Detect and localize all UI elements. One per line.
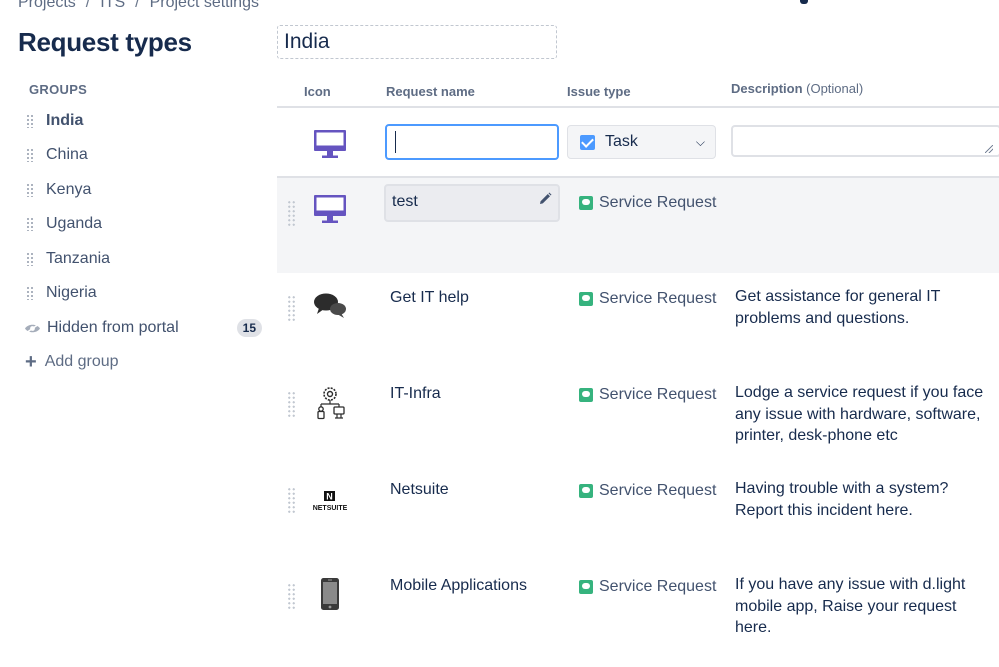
table-row[interactable]: N NETSUITE Netsuite Service Request Havi… xyxy=(277,465,999,561)
drag-handle-icon[interactable] xyxy=(287,583,296,609)
service-request-icon xyxy=(579,292,593,306)
drag-handle-icon[interactable] xyxy=(26,217,34,231)
request-description: Lodge a service request if you face any … xyxy=(735,384,984,444)
it-infra-icon xyxy=(317,387,345,420)
issue-type-label: Service Request xyxy=(599,386,717,403)
service-request-icon xyxy=(579,580,593,594)
table-row[interactable]: Get IT help Service Request Get assistan… xyxy=(277,273,999,369)
service-request-icon xyxy=(579,196,593,210)
request-name[interactable]: Netsuite xyxy=(390,481,449,499)
drag-handle-icon[interactable] xyxy=(26,114,34,128)
group-label: Nigeria xyxy=(46,284,97,301)
request-description: Get assistance for general IT problems a… xyxy=(735,288,941,327)
drag-handle-icon[interactable] xyxy=(26,252,34,266)
group-item-uganda[interactable]: Uganda xyxy=(26,212,102,236)
group-item-tanzania[interactable]: Tanzania xyxy=(26,247,110,271)
request-icon[interactable] xyxy=(311,384,349,422)
group-label: China xyxy=(46,146,88,163)
monitor-icon xyxy=(314,195,346,223)
description-textarea[interactable] xyxy=(731,125,999,157)
hidden-from-portal[interactable]: Hidden from portal 15 xyxy=(24,316,262,340)
request-name[interactable]: Mobile Applications xyxy=(390,577,527,595)
request-description: Having trouble with a system? Report thi… xyxy=(735,480,949,519)
request-description: If you have any issue with d.light mobil… xyxy=(735,576,966,636)
drag-handle-icon[interactable] xyxy=(26,148,34,162)
breadcrumb: Projects / ITS / Project settings xyxy=(18,0,259,12)
chevron-down-icon: ⌵ xyxy=(695,134,705,149)
request-name[interactable]: Get IT help xyxy=(390,289,469,307)
pencil-icon[interactable] xyxy=(538,192,552,206)
issue-type: Service Request xyxy=(579,194,716,212)
plus-icon: + xyxy=(25,351,37,373)
group-label: Uganda xyxy=(46,215,103,232)
mobile-phone-icon xyxy=(321,578,339,610)
drag-handle-icon[interactable] xyxy=(287,391,296,417)
request-icon[interactable] xyxy=(311,575,349,613)
drag-handle-icon[interactable] xyxy=(287,295,296,321)
group-item-china[interactable]: China xyxy=(26,143,88,167)
breadcrumb-project-settings[interactable]: Project settings xyxy=(150,0,259,12)
issue-type: Service Request xyxy=(579,482,716,500)
column-header-icon: Icon xyxy=(304,84,331,99)
add-group-button[interactable]: + Add group xyxy=(25,350,119,374)
issue-type: Service Request xyxy=(579,386,716,404)
issue-type-label: Service Request xyxy=(599,482,717,499)
request-icon[interactable]: N NETSUITE xyxy=(311,480,349,518)
breadcrumb-projects[interactable]: Projects xyxy=(18,0,76,12)
count-badge: 15 xyxy=(236,319,262,337)
header-fragment xyxy=(800,0,808,4)
service-request-icon xyxy=(579,388,593,402)
breadcrumb-its[interactable]: ITS xyxy=(100,0,125,12)
issue-type: Service Request xyxy=(579,290,716,308)
monitor-icon xyxy=(314,130,346,158)
task-icon xyxy=(580,134,595,150)
group-item-india[interactable]: India xyxy=(26,109,83,133)
drag-handle-icon[interactable] xyxy=(287,200,296,226)
netsuite-logo-text: NETSUITE xyxy=(313,505,348,512)
request-name-input[interactable] xyxy=(385,124,559,160)
column-header-issue-type: Issue type xyxy=(567,84,631,99)
column-header-request-name: Request name xyxy=(386,84,475,99)
add-group-label: Add group xyxy=(44,353,119,370)
group-label: India xyxy=(46,112,84,129)
drag-handle-icon[interactable] xyxy=(26,286,34,300)
table-row[interactable]: test Service Request xyxy=(277,178,999,273)
request-name: test xyxy=(392,193,418,210)
group-label: Kenya xyxy=(46,181,92,198)
table-row[interactable]: IT-Infra Service Request Lodge a service… xyxy=(277,369,999,465)
column-header-description: Description (Optional) xyxy=(731,81,863,96)
issue-type: Service Request xyxy=(579,578,716,596)
service-request-icon xyxy=(579,484,593,498)
icon-picker[interactable] xyxy=(311,125,349,163)
group-label: Tanzania xyxy=(46,250,111,267)
description-header-label: Description xyxy=(731,81,803,96)
resize-handle-icon[interactable] xyxy=(985,145,993,153)
issue-type-label: Service Request xyxy=(599,194,717,211)
netsuite-logo-icon: N NETSUITE xyxy=(313,491,348,512)
text-cursor xyxy=(395,131,396,153)
netsuite-logo-letter: N xyxy=(326,492,333,502)
drag-handle-icon[interactable] xyxy=(287,487,296,513)
issue-type-select[interactable]: Task ⌵ xyxy=(567,125,716,159)
drag-handle-icon[interactable] xyxy=(26,183,34,197)
page-title: Request types xyxy=(18,27,192,57)
hidden-label: Hidden from portal xyxy=(47,319,179,336)
groups-heading: GROUPS xyxy=(29,82,88,97)
group-name-field[interactable]: India xyxy=(277,25,557,59)
request-icon[interactable] xyxy=(311,190,349,228)
request-name[interactable]: IT-Infra xyxy=(390,385,441,403)
optional-label: (Optional) xyxy=(806,81,864,96)
issue-type-label: Service Request xyxy=(599,290,717,307)
issue-type-selected: Task xyxy=(605,133,638,150)
chat-bubbles-icon xyxy=(314,293,346,318)
group-item-kenya[interactable]: Kenya xyxy=(26,178,91,202)
group-item-nigeria[interactable]: Nigeria xyxy=(26,281,97,305)
request-name-edit-field[interactable]: test xyxy=(384,184,560,222)
request-icon[interactable] xyxy=(311,287,349,325)
issue-type-label: Service Request xyxy=(599,578,717,595)
eye-icon xyxy=(25,322,40,334)
table-row[interactable]: Mobile Applications Service Request If y… xyxy=(277,561,999,667)
